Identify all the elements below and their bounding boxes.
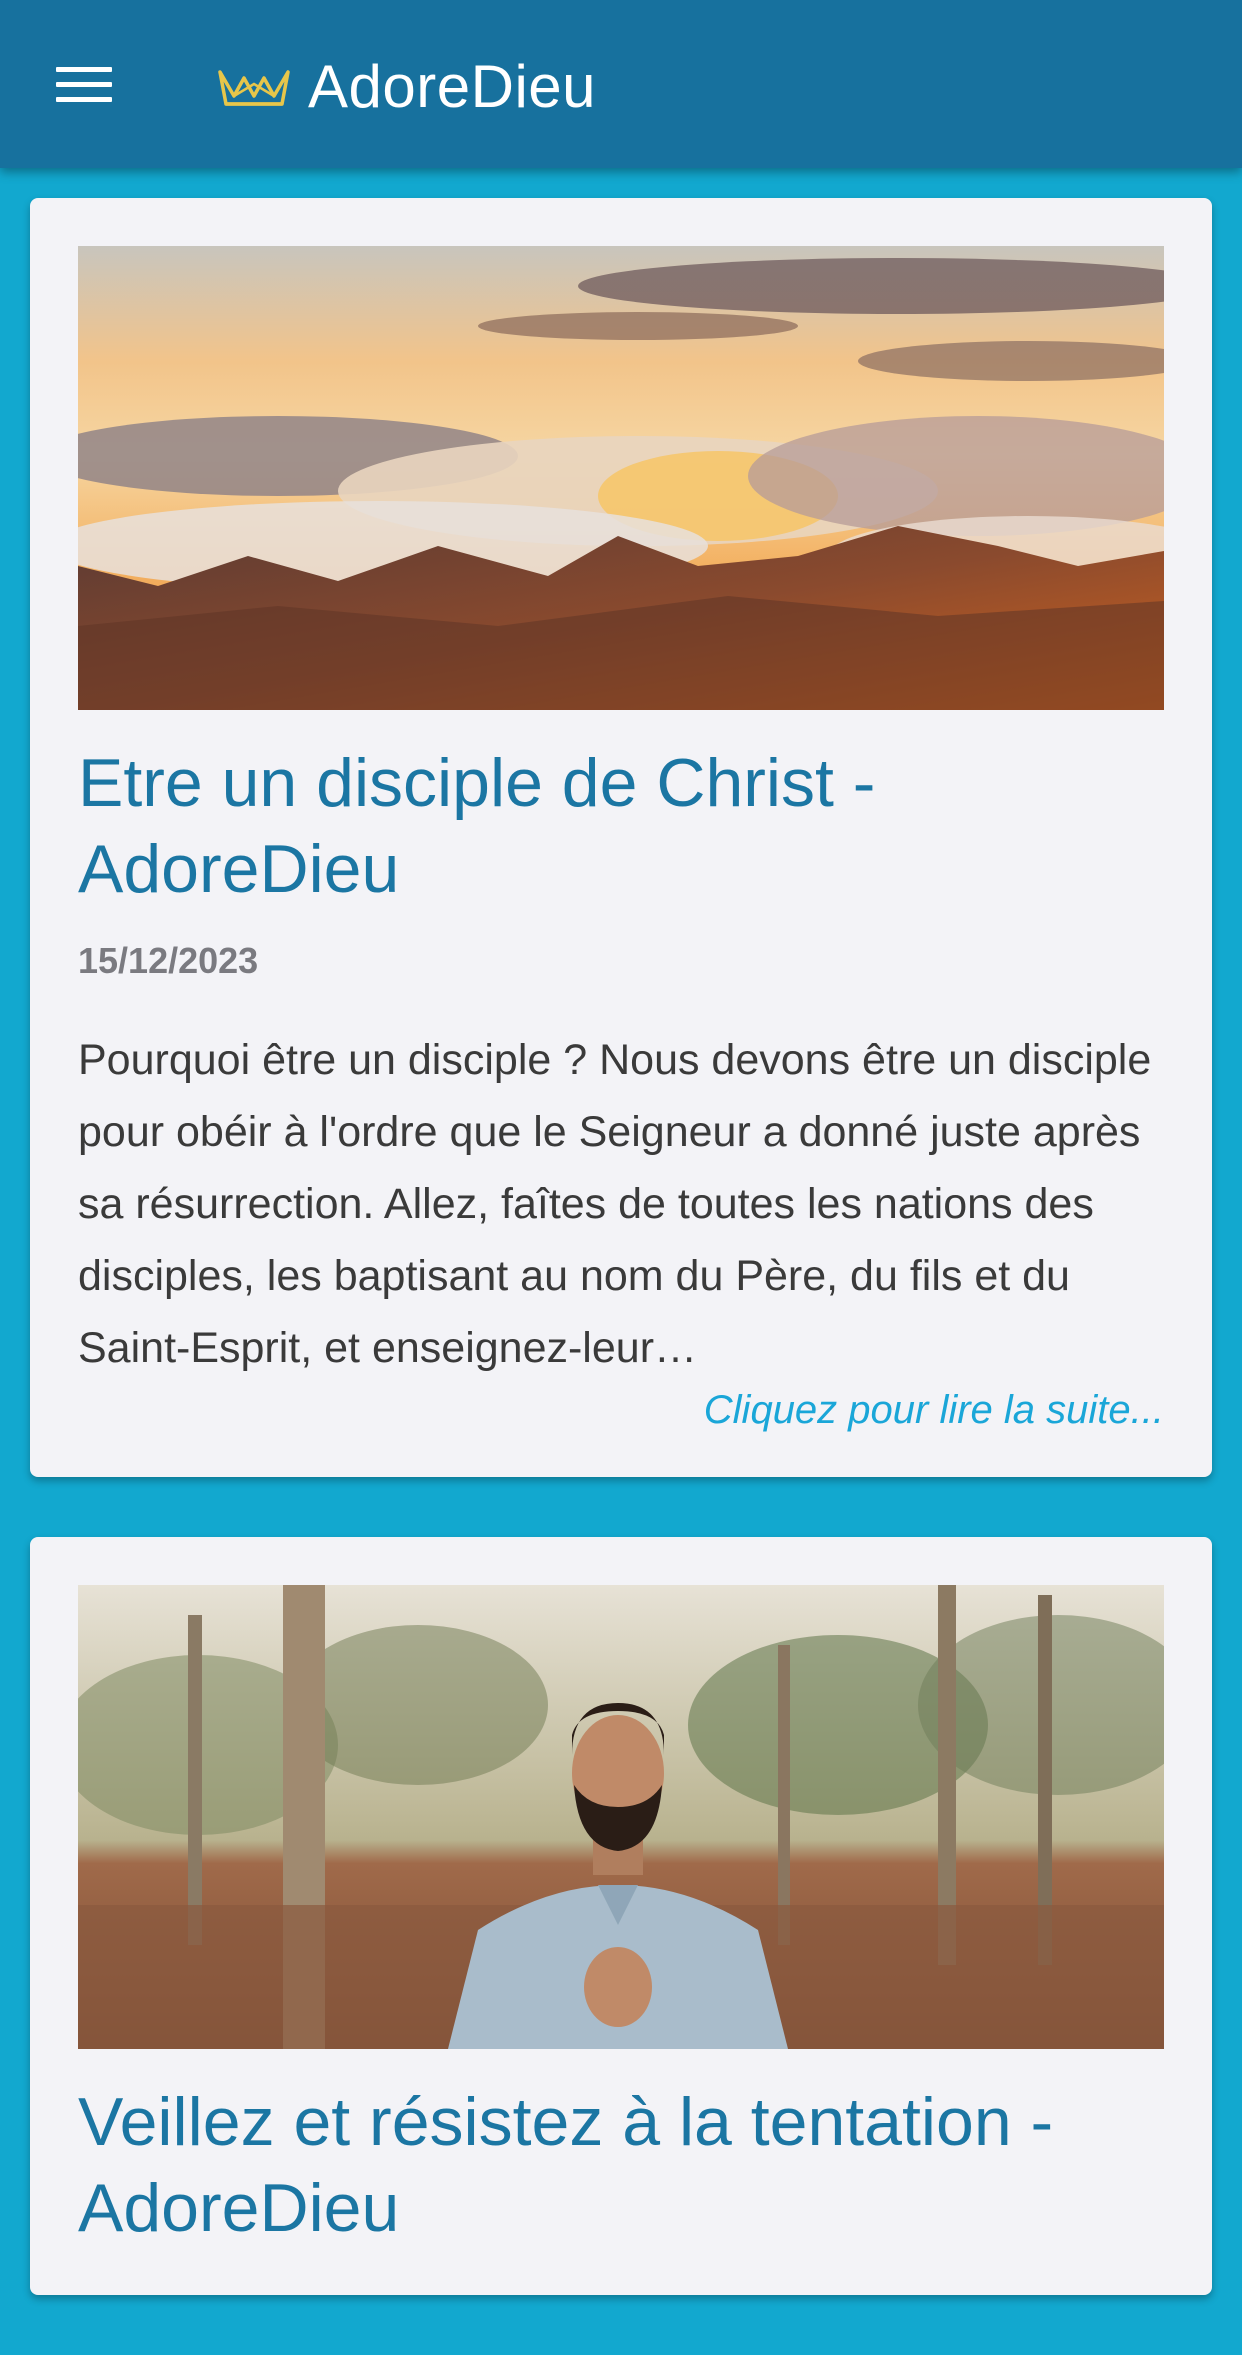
hamburger-menu-icon[interactable]: [40, 44, 128, 124]
read-more-link[interactable]: Cliquez pour lire la suite...: [78, 1388, 1164, 1433]
post-title[interactable]: Veillez et résistez à la tentation - Ado…: [78, 2079, 1164, 2251]
post-date: 15/12/2023: [78, 940, 259, 981]
brand[interactable]: AdoreDieu: [216, 40, 596, 132]
post-feed: Etre un disciple de Christ - AdoreDieu 1…: [30, 198, 1212, 2355]
brand-name: AdoreDieu: [308, 52, 597, 120]
post-image-praying-man[interactable]: [78, 1585, 1164, 2049]
menu-line: [56, 96, 112, 102]
app-bar: AdoreDieu: [0, 0, 1242, 168]
post-card[interactable]: Etre un disciple de Christ - AdoreDieu 1…: [30, 198, 1212, 1477]
post-excerpt: Pourquoi être un disciple ? Nous devons …: [78, 1036, 1152, 1372]
post-title[interactable]: Etre un disciple de Christ - AdoreDieu: [78, 740, 1164, 912]
post-image-mountains[interactable]: [78, 246, 1164, 710]
crown-icon: [218, 70, 290, 106]
menu-line: [56, 66, 112, 72]
post-card[interactable]: Veillez et résistez à la tentation - Ado…: [30, 1537, 1212, 2295]
menu-line: [56, 81, 112, 87]
